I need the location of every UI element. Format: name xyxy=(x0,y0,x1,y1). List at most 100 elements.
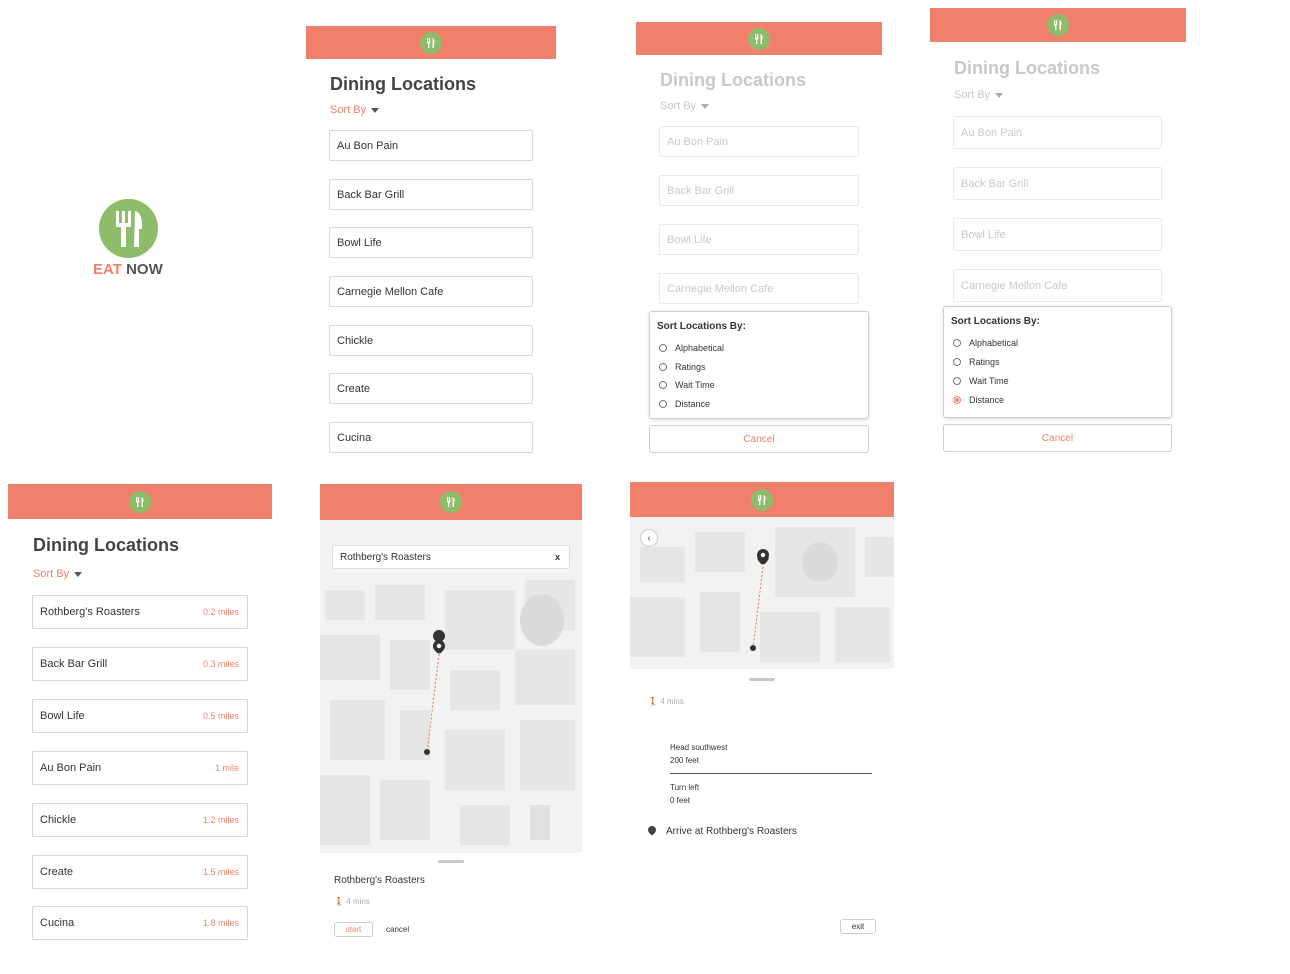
cancel-button[interactable]: Cancel xyxy=(649,425,869,453)
location-pin-icon xyxy=(646,824,658,836)
page-title: Dining Locations xyxy=(954,58,1100,78)
sort-option-alphabetical[interactable]: Alphabetical xyxy=(953,338,1018,348)
list-item: Bowl Life xyxy=(659,224,859,255)
list-item[interactable]: Au Bon Pain xyxy=(329,130,533,161)
sort-option-distance[interactable]: Distance xyxy=(659,399,710,409)
map-view[interactable] xyxy=(320,520,582,853)
step-distance: 0 feet xyxy=(670,796,691,805)
sort-option-wait-time[interactable]: Wait Time xyxy=(659,380,715,390)
list-item[interactable]: Create xyxy=(329,373,533,404)
app-header xyxy=(636,22,882,55)
page-title: Dining Locations xyxy=(33,535,179,555)
header-logo-icon[interactable] xyxy=(1047,14,1069,36)
list-item-label: Create xyxy=(337,382,371,395)
list-item[interactable]: Rothberg's Roasters 0.2 miles xyxy=(32,595,248,629)
app-header xyxy=(320,484,582,520)
screen-sorted-list: Dining Locations Sort By Rothberg's Roas… xyxy=(8,484,272,954)
list-item[interactable]: Bowl Life xyxy=(329,227,533,258)
back-button[interactable]: ‹ xyxy=(640,529,658,547)
sort-option-ratings[interactable]: Ratings xyxy=(659,362,706,372)
destination-name: Rothberg's Roasters xyxy=(334,875,425,886)
list-item[interactable]: Au Bon Pain 1 mile xyxy=(32,751,248,785)
map-streets xyxy=(320,520,582,853)
arrive-label: Arrive at Rothberg's Roasters xyxy=(666,826,797,837)
list-item-label: Back Bar Grill xyxy=(337,188,405,201)
cancel-link[interactable]: cancel xyxy=(386,923,409,936)
map-view[interactable] xyxy=(630,517,894,669)
cancel-button[interactable]: Cancel xyxy=(943,424,1172,452)
drag-handle[interactable] xyxy=(438,860,464,863)
screen-directions: ‹ 🚶 4 mins Head southwest 200 feet Turn … xyxy=(630,482,894,952)
list-item-label: Rothberg's Roasters xyxy=(40,606,140,618)
sort-by-dropdown[interactable]: Sort By xyxy=(330,104,380,116)
screen-map: Rothberg's Roasters x Rothberg's Roaster… xyxy=(320,484,582,952)
list-item-label: Create xyxy=(40,866,74,878)
walk-time: 🚶 4 mins xyxy=(334,895,370,908)
step-distance: 200 feet xyxy=(670,756,699,765)
clear-icon[interactable]: x xyxy=(555,552,560,562)
radio-selected-icon xyxy=(953,396,961,404)
option-label: Distance xyxy=(969,395,1005,405)
drag-handle[interactable] xyxy=(749,678,775,681)
search-input[interactable]: Rothberg's Roasters xyxy=(340,552,431,563)
screen-dining-list: Dining Locations Sort By Au Bon Pain Bac… xyxy=(306,26,556,456)
list-item[interactable]: Bowl Life 0.5 miles xyxy=(32,699,248,733)
sort-option-ratings[interactable]: Ratings xyxy=(953,357,1000,367)
sort-option-wait-time[interactable]: Wait Time xyxy=(953,376,1009,386)
sort-by-dropdown[interactable]: Sort By xyxy=(33,568,83,580)
sort-by-label: Sort By xyxy=(330,104,367,116)
header-logo-icon[interactable] xyxy=(751,488,773,511)
list-item: Carnegie Mellon Cafe xyxy=(659,273,859,304)
list-item[interactable]: Back Bar Grill 0.3 miles xyxy=(32,647,248,681)
sort-option-distance[interactable]: Distance xyxy=(953,395,1004,405)
radio-icon xyxy=(659,400,667,408)
start-button[interactable]: start xyxy=(334,922,373,937)
header-logo-icon[interactable] xyxy=(420,31,442,54)
app-header xyxy=(630,482,894,517)
app-header xyxy=(930,8,1186,42)
sort-option-alphabetical[interactable]: Alphabetical xyxy=(659,343,724,353)
direction-step: Turn left 0 feet xyxy=(670,781,699,807)
list-item-label: Back Bar Grill xyxy=(40,658,108,670)
header-logo-icon[interactable] xyxy=(129,490,151,513)
header-logo-icon[interactable] xyxy=(440,491,462,513)
walking-icon: 🚶 xyxy=(648,697,658,706)
option-label: Alphabetical xyxy=(675,343,725,353)
list-item-label: Au Bon Pain xyxy=(40,762,102,774)
search-box[interactable]: Rothberg's Roasters x xyxy=(332,545,570,569)
list-item[interactable]: Chickle 1.2 miles xyxy=(32,803,248,837)
list-item[interactable]: Carnegie Mellon Cafe xyxy=(329,276,533,307)
list-item[interactable]: Back Bar Grill xyxy=(329,179,533,210)
sort-by-dropdown[interactable]: Sort By xyxy=(954,89,1004,101)
sheet-title: Sort Locations By: xyxy=(657,321,746,332)
exit-button[interactable]: exit xyxy=(840,919,876,934)
caret-down-icon xyxy=(371,107,380,113)
list-item: Back Bar Grill xyxy=(953,167,1162,200)
app-header xyxy=(306,26,556,59)
walk-time: 🚶 4 mins xyxy=(648,695,684,708)
distance-label: 1 mile xyxy=(214,763,239,773)
list-item-label: Bowl Life xyxy=(667,233,712,246)
radio-icon xyxy=(659,344,667,352)
caret-down-icon xyxy=(995,92,1004,98)
list-item-label: Back Bar Grill xyxy=(667,184,735,197)
list-item[interactable]: Chickle xyxy=(329,325,533,356)
walking-icon: 🚶 xyxy=(334,897,344,906)
map-streets xyxy=(630,517,894,669)
list-item[interactable]: Cucina 1.8 miles xyxy=(32,906,248,940)
list-item-label: Bowl Life xyxy=(337,236,382,249)
list-item: Au Bon Pain xyxy=(953,116,1162,149)
header-logo-icon[interactable] xyxy=(748,27,770,50)
list-item-label: Chickle xyxy=(337,334,374,347)
direction-step: Head southwest 200 feet xyxy=(670,741,727,767)
sort-by-dropdown[interactable]: Sort By xyxy=(660,100,710,112)
distance-label: 1.2 miles xyxy=(202,815,239,825)
step-divider xyxy=(670,773,872,774)
list-item[interactable]: Create 1.5 miles xyxy=(32,855,248,889)
distance-label: 1.5 miles xyxy=(202,867,239,877)
list-item-label: Cucina xyxy=(337,431,372,444)
brand-now: NOW xyxy=(126,261,163,278)
list-item[interactable]: Cucina xyxy=(329,422,533,453)
list-item-label: Au Bon Pain xyxy=(667,135,729,148)
list-item-label: Back Bar Grill xyxy=(961,177,1029,190)
